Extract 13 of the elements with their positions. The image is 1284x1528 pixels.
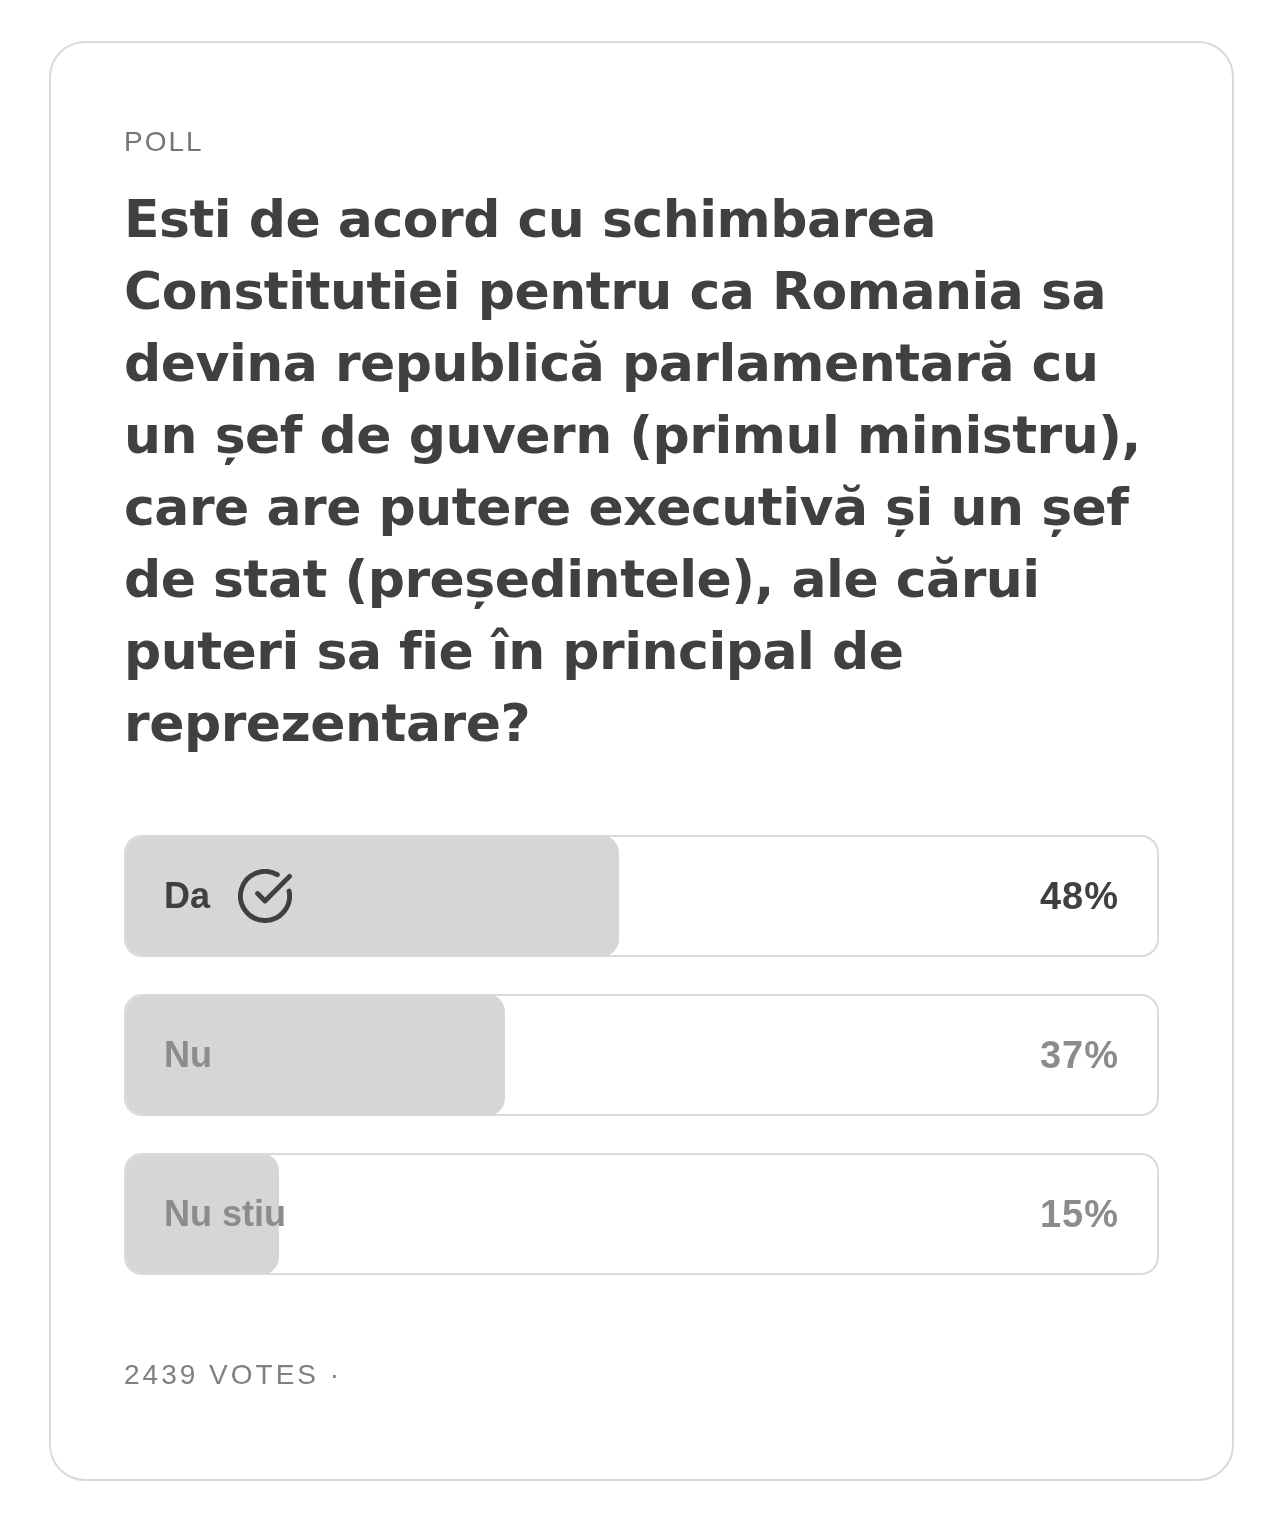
poll-label: POLL (124, 125, 204, 159)
poll-option[interactable]: Nu stiu 15% (124, 1153, 1159, 1275)
option-percent: 15% (1039, 1192, 1119, 1236)
poll-option[interactable]: Da 48% (124, 835, 1159, 957)
poll-option[interactable]: Nu 37% (124, 994, 1159, 1116)
option-label: Da (164, 874, 211, 918)
poll-question: Esti de acord cu schimbarea Constitutiei pentru ca Romania sa devina republică parlamentară cu un șef de guvern (primul ministru), care are putere executivă și un șef de stat (președintele), ale cărui puteri sa fie în principal de reprezentare? (124, 188, 1142, 755)
option-percent: 48% (1039, 874, 1119, 918)
option-percent: 37% (1039, 1033, 1119, 1077)
check-circle-icon (238, 869, 293, 923)
vote-count: 2439 VOTES · (124, 1358, 343, 1392)
option-label: Nu stiu (164, 1192, 286, 1236)
option-label: Nu (164, 1033, 212, 1077)
